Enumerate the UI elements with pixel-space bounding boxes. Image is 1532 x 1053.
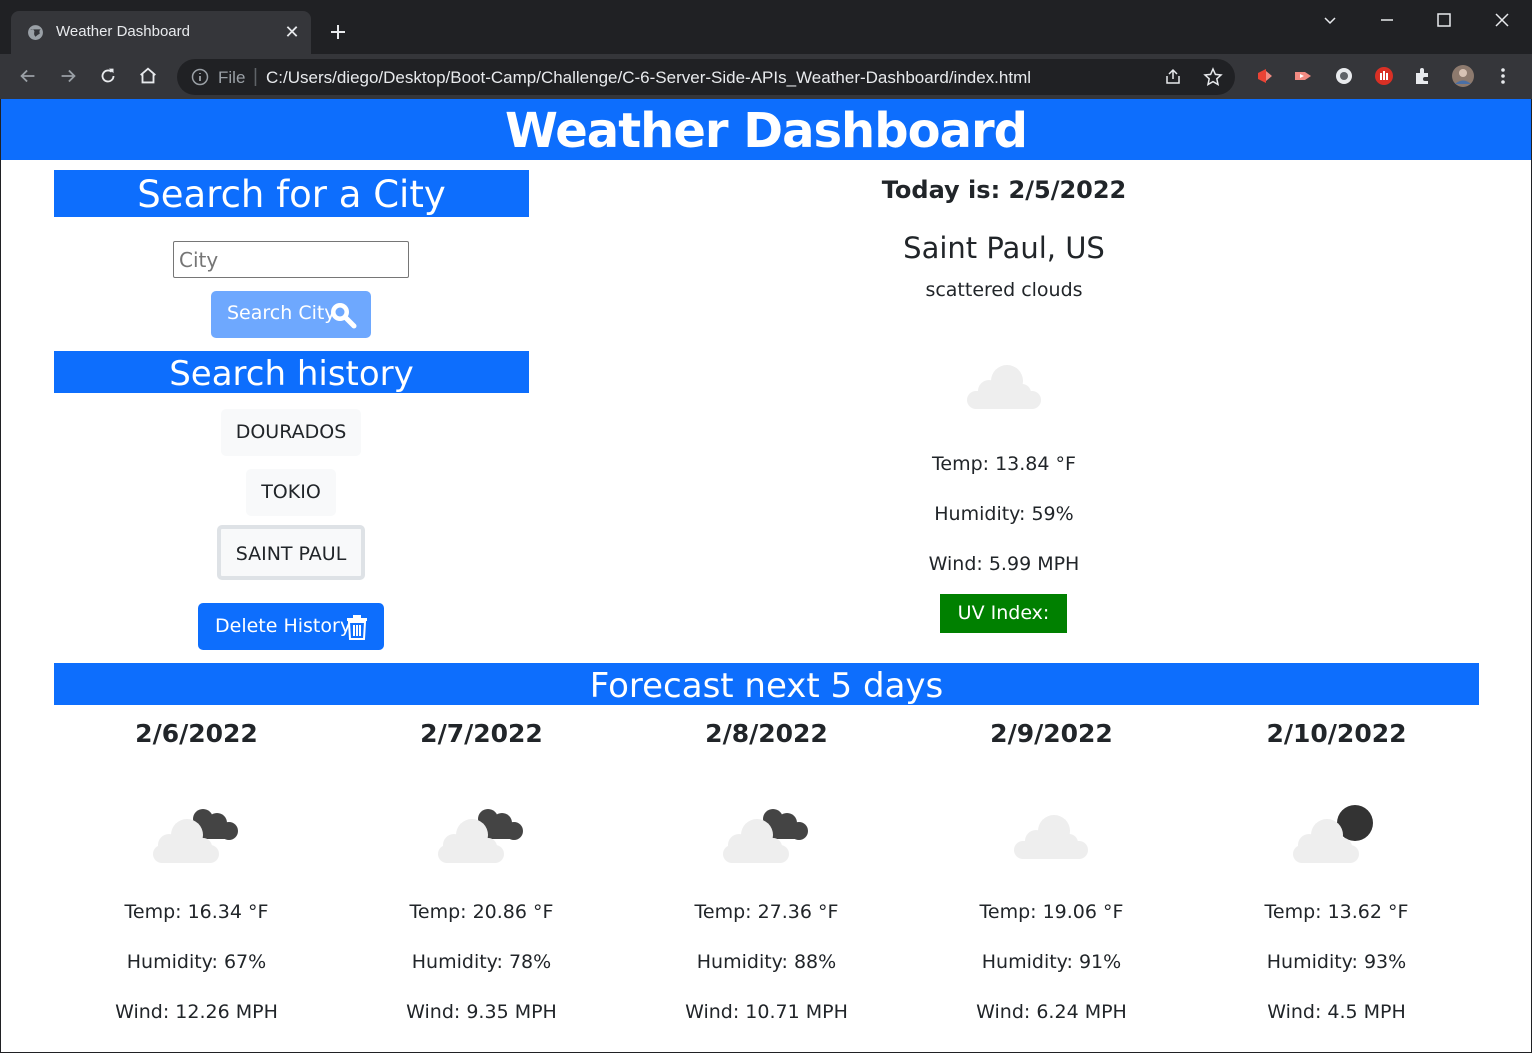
info-icon[interactable] (191, 68, 209, 86)
forecast-wind: Wind: 6.24 MPH (976, 1001, 1127, 1023)
search-heading: Search for a City (54, 170, 529, 217)
uv-index-badge: UV Index: 1.7 (940, 594, 1067, 663)
forecast-date: 2/9/2022 (990, 719, 1113, 748)
extension-icon-2[interactable] (1292, 65, 1314, 87)
history-item-dourados[interactable]: DOURADOS (221, 409, 361, 456)
url-text[interactable]: C:/Users/diego/Desktop/Boot-Camp/Challen… (266, 68, 1031, 88)
page-viewport: Weather Dashboard Search for a City Sear… (1, 99, 1531, 1052)
tab-search-icon[interactable] (1318, 8, 1342, 32)
scattered-clouds-icon (967, 365, 1041, 409)
delete-history-label: Delete History (215, 615, 352, 637)
page-title: Weather Dashboard (505, 103, 1028, 159)
extensions-icon[interactable] (1412, 65, 1434, 87)
address-bar[interactable]: File | C:/Users/diego/Desktop/Boot-Camp/… (177, 59, 1235, 95)
new-tab-icon[interactable] (326, 20, 350, 44)
star-icon[interactable] (1203, 67, 1223, 87)
search-icon (331, 303, 357, 329)
forecast-wind: Wind: 10.71 MPH (685, 1001, 848, 1023)
broken-clouds-night-icon (153, 809, 238, 863)
history-item-label: SAINT PAUL (235, 543, 347, 565)
forecast-temp: Temp: 19.06 °F (979, 901, 1124, 923)
forecast-wind: Wind: 9.35 MPH (406, 1001, 557, 1023)
forecast-temp: Temp: 20.86 °F (409, 901, 554, 923)
current-humidity: Humidity: 59% (934, 503, 1074, 525)
few-clouds-night-icon (1293, 805, 1373, 863)
extension-icon-3[interactable] (1333, 65, 1355, 87)
delete-history-button[interactable]: Delete History (198, 603, 384, 650)
forecast-day-card: 2/7/2022 Temp: 20.86 °F Humidity: 78% Wi… (339, 719, 624, 1039)
minimize-icon[interactable] (1375, 8, 1399, 32)
menu-icon[interactable] (1492, 65, 1514, 87)
current-wind: Wind: 5.99 MPH (928, 553, 1080, 575)
forecast-temp: Temp: 13.62 °F (1264, 901, 1409, 923)
trash-icon (347, 615, 367, 640)
current-temp: Temp: 13.84 °F (932, 453, 1076, 475)
browser-toolbar: File | C:/Users/diego/Desktop/Boot-Camp/… (0, 54, 1532, 99)
search-city-label: Search City (227, 302, 336, 324)
history-item-label: TOKIO (261, 481, 321, 503)
forecast-humidity: Humidity: 91% (981, 951, 1122, 973)
city-input[interactable] (173, 241, 409, 278)
browser-tab[interactable]: Weather Dashboard ✕ (11, 11, 311, 54)
browser-window: Weather Dashboard ✕ File | C:/Users/dieg… (0, 0, 1532, 1053)
forecast-wind: Wind: 12.26 MPH (115, 1001, 278, 1023)
forecast-date: 2/7/2022 (420, 719, 543, 748)
history-item-label: DOURADOS (235, 421, 347, 443)
today-date: Today is: 2/5/2022 (881, 176, 1127, 204)
scheme-separator: | (253, 66, 258, 87)
history-item-tokio[interactable]: TOKIO (246, 469, 336, 516)
profile-avatar[interactable] (1451, 64, 1475, 88)
forecast-date: 2/8/2022 (705, 719, 828, 748)
current-condition: scattered clouds (925, 279, 1083, 301)
maximize-icon[interactable] (1432, 8, 1456, 32)
tab-title: Weather Dashboard (56, 23, 190, 40)
globe-icon (28, 25, 43, 40)
back-icon[interactable] (17, 65, 39, 87)
extension-icon-4[interactable] (1373, 65, 1395, 87)
forecast-heading: Forecast next 5 days (54, 663, 1479, 706)
tab-strip: Weather Dashboard ✕ (0, 0, 1532, 54)
forecast-day-card: 2/6/2022 Temp: 16.34 °F Humidity: 67% Wi… (54, 719, 339, 1039)
forecast-temp: Temp: 27.36 °F (694, 901, 839, 923)
forecast-day-card: 2/8/2022 Temp: 27.36 °F Humidity: 88% Wi… (624, 719, 909, 1039)
forecast-humidity: Humidity: 78% (411, 951, 552, 973)
reload-icon[interactable] (97, 65, 119, 87)
forecast-day-card: 2/10/2022 Temp: 13.62 °F Humidity: 93% W… (1194, 719, 1479, 1039)
current-city: Saint Paul, US (903, 231, 1105, 265)
forecast-day-card: 2/9/2022 Temp: 19.06 °F Humidity: 91% Wi… (909, 719, 1194, 1039)
search-city-button[interactable]: Search City (211, 291, 371, 338)
forecast-date: 2/6/2022 (135, 719, 258, 748)
scattered-clouds-icon (1014, 815, 1088, 859)
broken-clouds-night-icon (723, 809, 808, 863)
forecast-humidity: Humidity: 67% (126, 951, 267, 973)
share-icon[interactable] (1163, 67, 1183, 87)
extension-icon-1[interactable] (1254, 65, 1276, 87)
page-header: Weather Dashboard (1, 99, 1531, 160)
forecast-wind: Wind: 4.5 MPH (1267, 1001, 1406, 1023)
close-window-icon[interactable] (1490, 8, 1514, 32)
forecast-date: 2/10/2022 (1266, 719, 1407, 748)
forecast-humidity: Humidity: 88% (696, 951, 837, 973)
scheme-label: File (218, 68, 246, 87)
forward-icon[interactable] (57, 65, 79, 87)
forecast-humidity: Humidity: 93% (1266, 951, 1407, 973)
tab-close-icon[interactable]: ✕ (282, 22, 302, 42)
history-heading: Search history (54, 351, 529, 394)
home-icon[interactable] (137, 65, 159, 87)
history-item-saint-paul[interactable]: SAINT PAUL (217, 525, 365, 580)
broken-clouds-night-icon (438, 809, 523, 863)
forecast-temp: Temp: 16.34 °F (124, 901, 269, 923)
